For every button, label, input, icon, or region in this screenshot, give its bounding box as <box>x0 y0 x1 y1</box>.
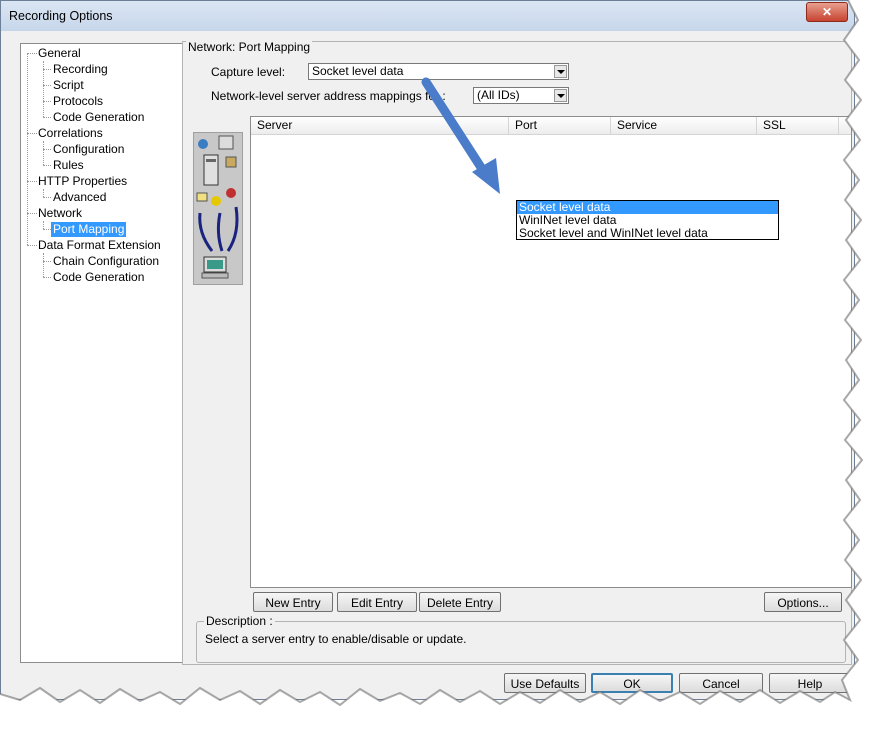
torn-edge-decoration <box>0 0 884 729</box>
